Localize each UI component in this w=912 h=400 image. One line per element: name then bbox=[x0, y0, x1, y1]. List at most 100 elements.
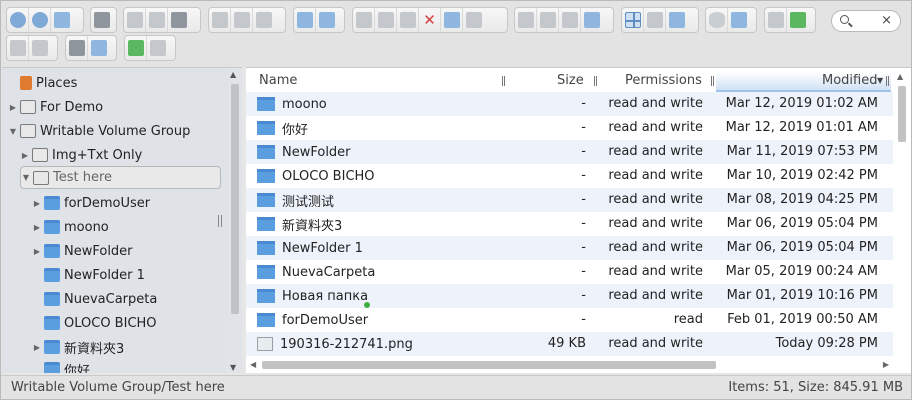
file-size: - bbox=[581, 192, 586, 207]
expand-icon[interactable]: ▶ bbox=[32, 247, 42, 256]
table-row[interactable]: 你好 - read and write Mar 12, 2019 01:01 A… bbox=[246, 116, 893, 140]
tree-item-places[interactable]: Places bbox=[8, 72, 77, 94]
scroll-left-arrow-icon[interactable]: ◀ bbox=[250, 360, 256, 369]
export-button[interactable] bbox=[787, 8, 809, 32]
tree-item-writable-volume-group[interactable]: ▼ Writable Volume Group bbox=[8, 120, 190, 142]
folder-icon bbox=[257, 121, 275, 135]
upload-button[interactable] bbox=[146, 8, 168, 32]
file-name: NewFolder bbox=[282, 144, 351, 160]
table-row[interactable]: forDemoUser - read Feb 01, 2019 00:50 AM bbox=[246, 308, 893, 332]
duplicate-button[interactable] bbox=[515, 8, 537, 32]
scroll-down-arrow-icon[interactable]: ▼ bbox=[230, 363, 236, 372]
file-permissions: read and write bbox=[608, 264, 703, 279]
column-resize-handle[interactable] bbox=[594, 76, 597, 86]
tree-item-newfolder-1[interactable]: NewFolder 1 bbox=[32, 264, 145, 286]
tree-item-newfolder[interactable]: ▶ NewFolder bbox=[32, 240, 133, 262]
sidebar-scroll-thumb[interactable] bbox=[231, 84, 239, 314]
search-input[interactable]: × bbox=[831, 10, 901, 32]
tree-item-img-txt-only[interactable]: ▶ Img+Txt Only bbox=[20, 144, 142, 166]
computer-button[interactable] bbox=[91, 8, 113, 32]
column-resize-handle[interactable] bbox=[886, 76, 889, 86]
column-modified[interactable]: Modified bbox=[822, 68, 877, 92]
collapse-icon[interactable]: ▼ bbox=[21, 173, 31, 182]
cut-button[interactable] bbox=[375, 8, 397, 32]
expand-icon[interactable]: ▶ bbox=[20, 151, 30, 160]
column-resize-handle[interactable] bbox=[502, 76, 505, 86]
column-name[interactable]: Name bbox=[259, 68, 297, 92]
duplicate-icon bbox=[517, 12, 534, 28]
up-folder-button[interactable] bbox=[51, 8, 73, 32]
table-row[interactable]: 190316-212741.png 49 KB read and write T… bbox=[246, 332, 893, 356]
sidebar-resize-grip[interactable] bbox=[218, 215, 222, 227]
horizontal-scroll-thumb[interactable] bbox=[262, 361, 716, 369]
file-list-horizontal-scrollbar[interactable]: ◀ ▶ bbox=[246, 356, 911, 373]
tree-item-new-folder-3[interactable]: ▶ 新資料夾3 bbox=[32, 336, 124, 358]
paste-button[interactable] bbox=[397, 8, 419, 32]
settings-button[interactable] bbox=[66, 36, 88, 60]
tree-item-oloco-bicho[interactable]: OLOCO BICHO bbox=[32, 312, 157, 334]
select-button[interactable] bbox=[253, 8, 275, 32]
column-permissions[interactable]: Permissions bbox=[625, 68, 702, 92]
table-row[interactable]: 新資料夾3 - read and write Mar 06, 2019 05:0… bbox=[246, 212, 893, 236]
tiles-view-button[interactable] bbox=[666, 8, 688, 32]
list-view-button[interactable] bbox=[644, 8, 666, 32]
expand-icon[interactable]: ▶ bbox=[32, 199, 42, 208]
compact-button[interactable] bbox=[29, 36, 51, 60]
help-button[interactable] bbox=[88, 36, 110, 60]
table-row[interactable]: NewFolder 1 - read and write Mar 06, 201… bbox=[246, 236, 893, 260]
preview-button[interactable] bbox=[706, 8, 728, 32]
tree-item-nuevacarpeta[interactable]: NuevaCarpeta bbox=[32, 288, 157, 310]
expand-icon[interactable]: ▶ bbox=[32, 223, 42, 232]
places-button[interactable] bbox=[147, 36, 169, 60]
extract-button[interactable] bbox=[463, 8, 485, 32]
redo-button[interactable] bbox=[316, 8, 338, 32]
navigation-tree: Places ▶ For Demo ▼ Writable Volume Grou… bbox=[2, 67, 242, 373]
tree-item-fordemouser[interactable]: ▶ forDemoUser bbox=[32, 192, 150, 214]
network-button[interactable] bbox=[581, 8, 603, 32]
column-size[interactable]: Size bbox=[557, 68, 584, 92]
open-button[interactable] bbox=[209, 8, 231, 32]
copy-icon bbox=[355, 12, 372, 28]
collapse-icon[interactable]: ▼ bbox=[8, 127, 18, 136]
vertical-scroll-thumb[interactable] bbox=[898, 86, 906, 142]
select-all-button[interactable] bbox=[537, 8, 559, 32]
delete-button[interactable]: ✕ bbox=[419, 8, 441, 32]
tree-item-moono[interactable]: ▶ moono bbox=[32, 216, 109, 238]
forward-button[interactable] bbox=[29, 8, 51, 32]
file-group bbox=[123, 7, 201, 33]
new-file-button[interactable] bbox=[124, 8, 146, 32]
undo-button[interactable] bbox=[294, 8, 316, 32]
download-button[interactable] bbox=[231, 8, 253, 32]
scroll-right-arrow-icon[interactable]: ▶ bbox=[883, 360, 889, 369]
table-row[interactable]: moono - read and write Mar 12, 2019 01:0… bbox=[246, 92, 893, 116]
file-list-vertical-scrollbar[interactable]: ▲ bbox=[893, 68, 911, 356]
fullscreen-button[interactable] bbox=[125, 36, 147, 60]
rename-button[interactable] bbox=[559, 8, 581, 32]
back-button[interactable] bbox=[7, 8, 29, 32]
clear-search-button[interactable]: × bbox=[881, 13, 892, 28]
expand-icon[interactable]: ▶ bbox=[32, 343, 42, 352]
file-size: - bbox=[581, 216, 586, 231]
icons-view-button[interactable] bbox=[622, 8, 644, 32]
save-button[interactable] bbox=[168, 8, 190, 32]
column-resize-handle[interactable] bbox=[711, 76, 714, 86]
thumbnails-button[interactable] bbox=[7, 36, 29, 60]
table-row[interactable]: OLOCO BICHO - read and write Mar 10, 201… bbox=[246, 164, 893, 188]
archive-button[interactable] bbox=[441, 8, 463, 32]
scroll-up-arrow-icon[interactable]: ▲ bbox=[897, 72, 903, 81]
copy-button[interactable] bbox=[353, 8, 375, 32]
tree-item-for-demo[interactable]: ▶ For Demo bbox=[8, 96, 103, 118]
table-row[interactable]: NuevaCarpeta - read and write Mar 05, 20… bbox=[246, 260, 893, 284]
view-group bbox=[621, 7, 699, 33]
tree-item-nihao[interactable]: 你好 bbox=[32, 358, 90, 373]
info-button[interactable] bbox=[728, 8, 750, 32]
sort-button[interactable] bbox=[765, 8, 787, 32]
expand-icon[interactable]: ▶ bbox=[8, 103, 18, 112]
home-group bbox=[90, 7, 117, 33]
table-row[interactable]: Новая папка - read and write Mar 01, 201… bbox=[246, 284, 893, 308]
table-row[interactable]: NewFolder - read and write Mar 11, 2019 … bbox=[246, 140, 893, 164]
tree-item-test-here[interactable]: ▼ Test here bbox=[20, 166, 221, 189]
sidebar-scrollbar[interactable]: ▲ ▼ bbox=[228, 68, 242, 373]
table-row[interactable]: 测试测试 - read and write Mar 08, 2019 04:25… bbox=[246, 188, 893, 212]
scroll-up-arrow-icon[interactable]: ▲ bbox=[230, 70, 236, 79]
